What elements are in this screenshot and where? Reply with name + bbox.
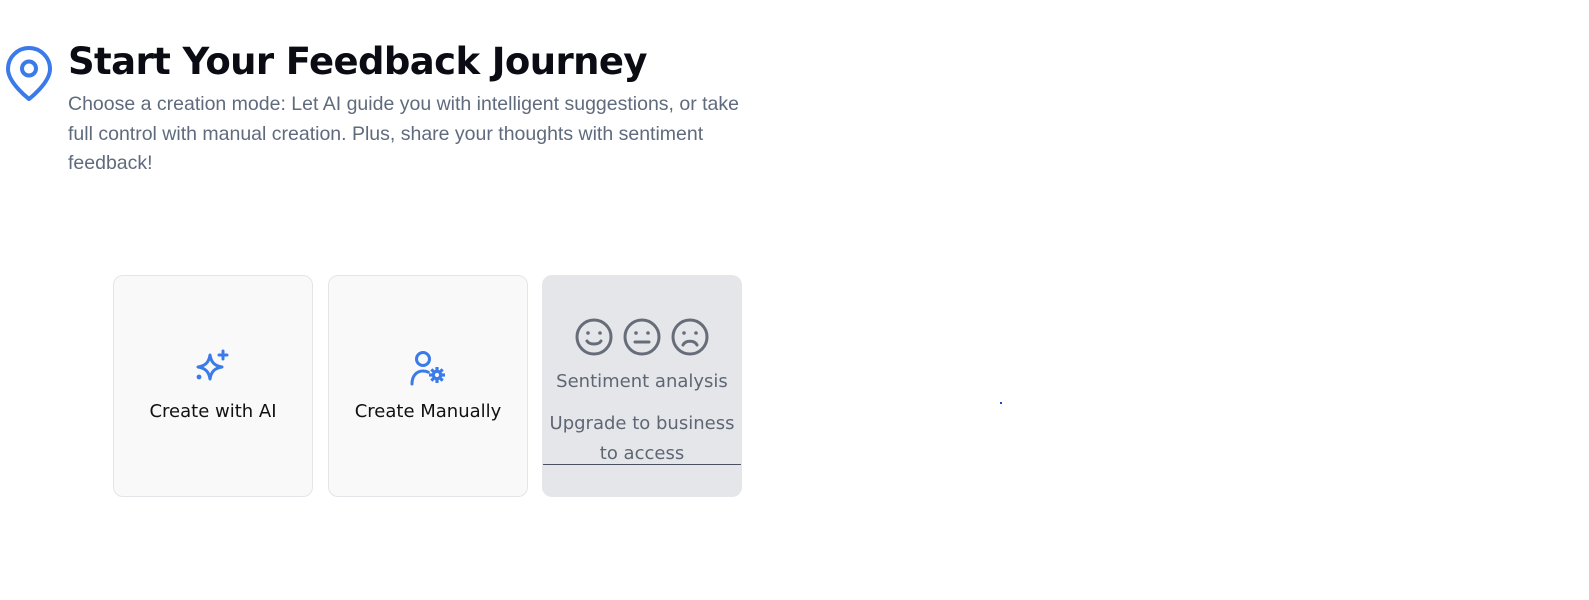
- stray-dot: [1000, 402, 1002, 404]
- page-title: Start Your Feedback Journey: [68, 40, 647, 83]
- page-subtitle: Choose a creation mode: Let AI guide you…: [68, 93, 739, 174]
- create-manually-card[interactable]: Create Manually: [328, 275, 528, 497]
- map-pin-icon: [6, 46, 52, 101]
- sentiment-faces: [542, 317, 742, 357]
- create-manually-label: Create Manually: [354, 401, 502, 422]
- page-header: Start Your Feedback Journey Choose a cre…: [0, 0, 800, 190]
- neutral-face-icon: [623, 318, 661, 356]
- create-with-ai-label: Create with AI: [149, 401, 277, 422]
- user-gear-icon: [410, 351, 445, 386]
- upgrade-to-business-link[interactable]: Upgrade to business to access: [543, 409, 741, 465]
- frown-icon: [671, 318, 709, 356]
- sentiment-analysis-card: Sentiment analysis Upgrade to business t…: [542, 275, 742, 497]
- create-with-ai-card[interactable]: Create with AI: [113, 275, 313, 497]
- smile-icon: [575, 318, 613, 356]
- sparkles-icon: [196, 349, 229, 381]
- sentiment-analysis-label: Sentiment analysis: [556, 371, 728, 392]
